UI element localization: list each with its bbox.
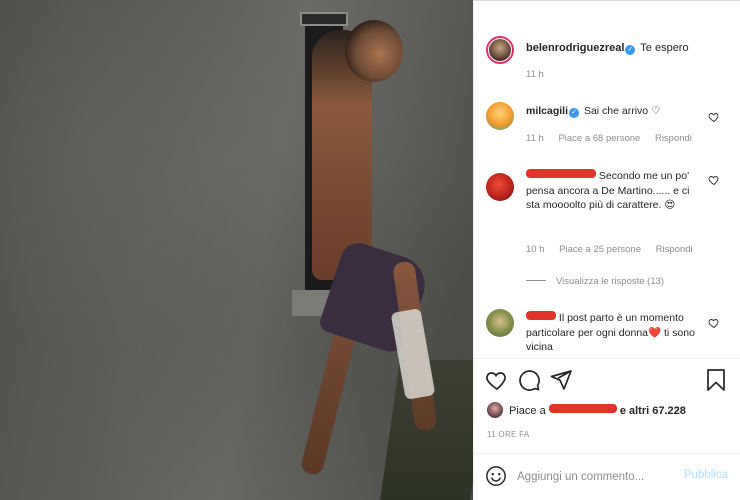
comment-likes[interactable]: Piace a 68 persone: [558, 133, 640, 144]
action-bar: [473, 362, 740, 398]
comment-time[interactable]: 11 h: [526, 133, 544, 144]
comment-likes[interactable]: Piace a 25 persone: [559, 244, 641, 255]
comment-meta: 11 h Piace a 68 persone Rispondi: [526, 133, 704, 144]
view-replies-label: Visualizza le risposte (13): [556, 276, 665, 287]
comment-meta: 10 h Piace a 25 persone Rispondi: [526, 244, 705, 255]
panel-top-border: [473, 0, 740, 1]
likes-summary[interactable]: Piace a e altri 67.228: [487, 402, 727, 418]
comment-text: Il post parto è un momento particolare p…: [526, 311, 698, 355]
comments-panel: belenrodriguezreal ✓ Te espero 11 h milca…: [473, 0, 740, 500]
redacted-username: [526, 169, 596, 178]
person-head: [345, 20, 403, 82]
post-timestamp[interactable]: 11 ORE FA: [487, 430, 530, 439]
reply-button[interactable]: Rispondi: [656, 244, 693, 255]
comment-icon[interactable]: [517, 368, 541, 392]
caption-meta: 11 h: [526, 69, 556, 80]
view-replies-button[interactable]: Visualizza le risposte (13): [526, 276, 664, 287]
comment-text: milcagili ✓ Sai che arrivo ♡: [526, 104, 706, 119]
verified-badge-icon: ✓: [625, 45, 636, 55]
author-avatar[interactable]: [486, 36, 514, 64]
smiley-icon[interactable]: [485, 465, 507, 487]
heart-icon[interactable]: [485, 368, 509, 392]
heart-icon[interactable]: [708, 317, 720, 329]
commenter-avatar[interactable]: [486, 173, 514, 201]
comment-input[interactable]: [517, 467, 667, 487]
caption-time[interactable]: 11 h: [526, 69, 544, 80]
liker-avatar: [487, 402, 503, 418]
comment-text: Secondo me un po' pensa ancora a De Mart…: [526, 169, 704, 213]
post-photo[interactable]: [0, 0, 473, 500]
publish-button[interactable]: Pubblica: [684, 469, 728, 481]
verified-badge-icon: ✓: [569, 108, 580, 118]
likes-count[interactable]: e altri 67.228: [620, 405, 686, 417]
commenter-avatar[interactable]: [486, 309, 514, 337]
reply-button[interactable]: Rispondi: [655, 133, 692, 144]
commenter-avatar[interactable]: [486, 102, 514, 130]
likes-prefix: Piace a: [509, 405, 546, 417]
add-comment-bar: Pubblica: [473, 453, 740, 500]
author-username[interactable]: belenrodriguezreal: [526, 42, 624, 54]
window-frame: [300, 12, 348, 26]
caption-text: belenrodriguezreal ✓ Te espero: [526, 41, 736, 56]
heart-icon[interactable]: [708, 174, 720, 186]
comment-time[interactable]: 10 h: [526, 244, 545, 255]
redacted-liker: [548, 404, 617, 413]
replies-divider: [526, 280, 546, 281]
caption-body: Te espero: [640, 42, 689, 54]
commenter-username[interactable]: milcagili: [526, 105, 568, 117]
comment-body: Sai che arrivo ♡: [583, 105, 661, 117]
bookmark-icon[interactable]: [704, 368, 728, 392]
actions-divider: [473, 358, 740, 359]
redacted-username: [526, 311, 556, 320]
send-icon[interactable]: [549, 368, 573, 392]
heart-icon[interactable]: [708, 111, 720, 123]
